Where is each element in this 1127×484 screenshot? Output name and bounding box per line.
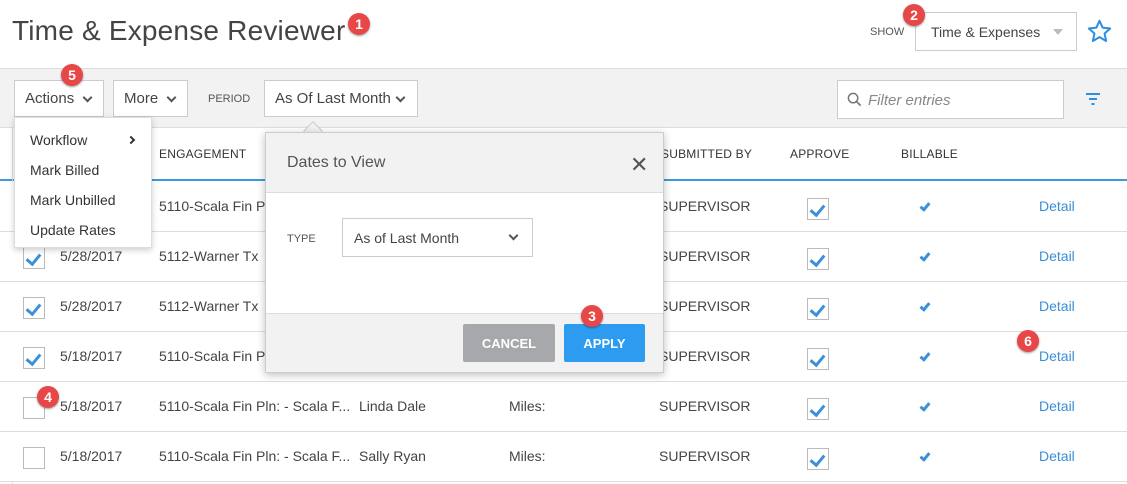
type-select-value: As of Last Month <box>354 230 460 246</box>
show-label: SHOW <box>870 26 905 38</box>
cancel-button[interactable]: CANCEL <box>463 324 555 362</box>
callout-badge: 5 <box>61 64 83 86</box>
approve-checkbox[interactable] <box>807 248 829 270</box>
star-icon[interactable] <box>1086 18 1113 45</box>
menu-item-update-rates[interactable]: Update Rates <box>30 222 116 238</box>
header-billable[interactable]: BILLABLE <box>901 147 958 161</box>
row-select-checkbox[interactable] <box>23 247 45 269</box>
submitted-by-cell: SUPERVISOR <box>659 398 751 414</box>
more-label: More <box>124 90 159 107</box>
callout-badge: 1 <box>348 13 370 35</box>
callout-badge: 3 <box>581 305 603 327</box>
menu-item-mark-billed[interactable]: Mark Billed <box>30 162 99 178</box>
actions-button[interactable]: Actions <box>14 80 104 117</box>
detail-link[interactable]: Detail <box>1039 298 1075 314</box>
header-engagement[interactable]: ENGAGEMENT <box>159 147 246 161</box>
billable-check-icon <box>919 450 931 462</box>
type-label: TYPE <box>287 233 316 245</box>
submitted-by-cell: SUPERVISOR <box>659 298 751 314</box>
detail-link[interactable]: Detail <box>1039 398 1075 414</box>
more-button[interactable]: More <box>113 80 188 117</box>
dates-to-view-dialog: Dates to View ✕ TYPE As of Last Month CA… <box>265 132 664 373</box>
show-select[interactable]: Time & Expenses <box>915 12 1077 51</box>
detail-link[interactable]: Detail <box>1039 198 1075 214</box>
submitted-by-cell: SUPERVISOR <box>659 348 751 364</box>
submitted-by-cell: SUPERVISOR <box>659 248 751 264</box>
detail-link[interactable]: Detail <box>1039 248 1075 264</box>
submitted-by-cell: SUPERVISOR <box>659 448 751 464</box>
billable-check-icon <box>919 300 931 312</box>
filter-lines-icon[interactable] <box>1085 91 1101 107</box>
row-select-checkbox[interactable] <box>23 347 45 369</box>
approve-checkbox[interactable] <box>807 348 829 370</box>
approve-checkbox[interactable] <box>807 298 829 320</box>
engagement-cell: 5112-Warner Tx <box>159 248 259 264</box>
filter-box <box>837 80 1064 119</box>
billable-check-icon <box>919 200 931 212</box>
row-select-checkbox[interactable] <box>23 447 45 469</box>
staff-cell: Linda Dale <box>359 398 426 414</box>
engagement-cell: 5110-Scala Fin Pl <box>159 198 269 214</box>
menu-item-label: Mark Billed <box>30 162 100 178</box>
approve-checkbox[interactable] <box>807 448 829 470</box>
menu-item-mark-unbilled[interactable]: Mark Unbilled <box>30 192 116 208</box>
billable-check-icon <box>919 350 931 362</box>
approve-checkbox[interactable] <box>807 398 829 420</box>
engagement-cell: 5110-Scala Fin Pln: - Scala F... <box>159 448 351 464</box>
menu-item-workflow[interactable]: Workflow <box>30 132 87 148</box>
caret-down-icon <box>1053 29 1063 35</box>
actions-menu: Workflow Mark Billed Mark Unbilled Updat… <box>14 117 152 248</box>
callout-badge: 4 <box>37 386 59 408</box>
date-cell: 5/18/2017 <box>60 398 123 414</box>
type-cell: Miles: <box>509 398 546 414</box>
menu-item-label: Workflow <box>30 132 88 148</box>
engagement-cell: 5112-Warner Tx <box>159 298 259 314</box>
chevron-down-icon <box>508 230 519 241</box>
period-dropdown[interactable]: As Of Last Month <box>264 80 418 117</box>
close-icon[interactable]: ✕ <box>630 152 648 178</box>
chevron-down-icon <box>395 92 406 103</box>
search-icon <box>847 92 862 107</box>
header-submitted-by[interactable]: SUBMITTED BY <box>661 147 752 161</box>
staff-cell: Sally Ryan <box>359 448 426 464</box>
date-cell: 5/28/2017 <box>60 248 123 264</box>
chevron-down-icon <box>82 92 93 103</box>
type-cell: Miles: <box>509 448 546 464</box>
period-value: As Of Last Month <box>275 90 391 107</box>
filter-input[interactable] <box>868 90 1053 110</box>
header-approve[interactable]: APPROVE <box>790 147 849 161</box>
page-title: Time & Expense Reviewer <box>12 15 346 46</box>
actions-label: Actions <box>25 90 75 107</box>
engagement-cell: 5110-Scala Fin P <box>159 348 266 364</box>
submitted-by-cell: SUPERVISOR <box>659 198 751 214</box>
date-cell: 5/18/2017 <box>60 348 123 364</box>
period-label: PERIOD <box>208 93 251 105</box>
menu-item-label: Mark Unbilled <box>30 192 116 208</box>
callout-badge: 6 <box>1017 330 1039 352</box>
dialog-title: Dates to View <box>287 154 386 171</box>
table-row[interactable]: 5/18/2017 5110-Scala Fin Pln: - Scala F..… <box>0 432 1127 482</box>
date-cell: 5/18/2017 <box>60 448 123 464</box>
apply-button[interactable]: APPLY <box>564 324 645 362</box>
detail-link[interactable]: Detail <box>1039 348 1075 364</box>
chevron-right-icon <box>126 135 136 145</box>
menu-item-label: Update Rates <box>30 222 116 238</box>
chevron-down-icon <box>166 92 177 103</box>
show-select-value: Time & Expenses <box>931 24 1041 40</box>
engagement-cell: 5110-Scala Fin Pln: - Scala F... <box>159 398 351 414</box>
row-select-checkbox[interactable] <box>23 297 45 319</box>
billable-check-icon <box>919 250 931 262</box>
type-select[interactable]: As of Last Month <box>342 218 533 257</box>
callout-badge: 2 <box>903 4 925 26</box>
billable-check-icon <box>919 400 931 412</box>
approve-checkbox[interactable] <box>807 198 829 220</box>
detail-link[interactable]: Detail <box>1039 448 1075 464</box>
date-cell: 5/28/2017 <box>60 298 123 314</box>
table-row[interactable]: 5/18/2017 5110-Scala Fin Pln: - Scala F..… <box>0 382 1127 432</box>
